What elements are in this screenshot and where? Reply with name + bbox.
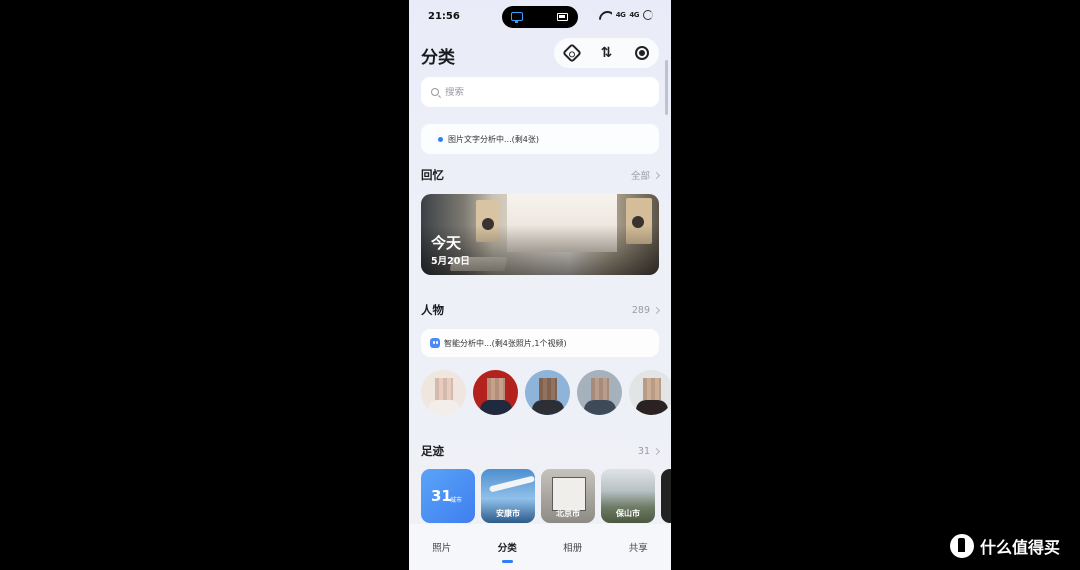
person-face [435, 378, 453, 400]
chevron-right-icon [652, 306, 661, 314]
memories-all-label: 全部 [630, 171, 650, 182]
phone-screen: 21:56 4G 4G 分类 ⇅ 图片文字分析中...(剩4张) 回忆 全部 [409, 0, 671, 570]
place-card[interactable] [661, 469, 671, 523]
places-header: 足迹 31 [421, 443, 661, 459]
memory-title: 今天 [431, 234, 462, 252]
tab-photos[interactable]: 照片 [409, 524, 475, 570]
record-icon [634, 46, 649, 60]
settings-icon [561, 43, 582, 63]
tab-categories[interactable]: 分类 [475, 524, 541, 570]
place-card[interactable]: 安康市 [481, 469, 535, 523]
dynamic-island[interactable] [502, 6, 578, 28]
person-face [643, 378, 661, 400]
person-avatar[interactable] [421, 370, 466, 415]
header-actions: ⇅ [554, 38, 659, 68]
page-title: 分类 [421, 48, 455, 68]
person-avatar[interactable] [629, 370, 671, 415]
settings-button[interactable] [561, 43, 582, 63]
place-label: 保山市 [616, 509, 640, 518]
memory-card[interactable]: 今天 5月20日 [421, 194, 659, 275]
smart-analysis-text: 智能分析中...(剩4张照片,1个视频) [444, 338, 567, 348]
active-tab-indicator [501, 560, 513, 563]
person-avatar[interactable] [577, 370, 622, 415]
city-unit: 城市 [450, 497, 463, 504]
chevron-right-icon [652, 447, 661, 455]
place-photo [552, 477, 586, 511]
person-avatar[interactable] [525, 370, 570, 415]
person-face [487, 378, 505, 400]
search-input[interactable] [445, 86, 625, 98]
chevron-right-icon [652, 171, 661, 179]
places-list: 31 城市 安康市 北京市 保山市 [421, 469, 671, 523]
city-count: 31 [431, 487, 452, 505]
tab-label: 共享 [628, 543, 648, 554]
person-body [584, 400, 616, 415]
watermark-text: 什么值得买 [980, 538, 1061, 557]
sort-button[interactable]: ⇅ [598, 44, 616, 62]
display-icon [557, 13, 568, 21]
watermark-logo-icon [950, 534, 974, 558]
place-photo [488, 475, 535, 493]
person-body [428, 400, 460, 415]
signal-icon: 4G [629, 11, 639, 19]
place-label: 北京市 [556, 509, 580, 518]
person-face [539, 378, 557, 400]
record-button[interactable] [633, 44, 651, 62]
memories-all-link[interactable]: 全部 [630, 168, 661, 182]
city-count-card[interactable]: 31 城市 [421, 469, 475, 523]
tab-albums[interactable]: 相册 [540, 524, 606, 570]
places-count: 31 [637, 445, 650, 457]
ai-icon [430, 338, 440, 348]
tab-label: 照片 [432, 543, 452, 554]
person-body [636, 400, 668, 415]
search-icon [431, 88, 439, 96]
memories-header: 回忆 全部 [421, 167, 661, 183]
sort-icon: ⇅ [600, 45, 613, 61]
screencast-icon [511, 12, 523, 23]
person-face [591, 378, 609, 400]
memory-date: 5月20日 [431, 256, 470, 267]
place-label: 安康市 [496, 509, 520, 518]
battery-icon [643, 10, 653, 20]
people-all-link[interactable]: 289 [631, 304, 661, 316]
smart-analysis-status: 智能分析中...(剩4张照片,1个视频) [421, 329, 659, 357]
status-icons: 4G 4G [599, 10, 653, 20]
people-count: 289 [631, 304, 650, 316]
tab-label: 分类 [497, 543, 517, 554]
wifi-icon [599, 11, 612, 20]
signal-icon: 4G [615, 11, 626, 19]
status-time: 21:56 [428, 11, 460, 22]
person-body [480, 400, 512, 415]
bottom-tab-bar: 照片 分类 相册 共享 [409, 524, 671, 570]
tab-label: 相册 [563, 543, 583, 554]
places-title: 足迹 [421, 444, 444, 458]
status-bar: 21:56 4G 4G [409, 0, 671, 34]
progress-dot-icon [438, 136, 443, 142]
analysis-text: 图片文字分析中...(剩4张) [448, 134, 539, 144]
people-header: 人物 289 [421, 302, 661, 318]
person-body [532, 400, 564, 415]
text-analysis-status: 图片文字分析中...(剩4张) [421, 124, 659, 154]
tab-shared[interactable]: 共享 [606, 524, 672, 570]
person-avatar[interactable] [473, 370, 518, 415]
search-bar[interactable] [421, 77, 659, 107]
people-title: 人物 [421, 303, 444, 317]
people-list [421, 370, 671, 415]
memories-title: 回忆 [421, 168, 444, 182]
place-card[interactable]: 北京市 [541, 469, 595, 523]
place-card[interactable]: 保山市 [601, 469, 655, 523]
places-all-link[interactable]: 31 [637, 445, 661, 457]
watermark: 什么值得买 [950, 534, 1060, 558]
scrollbar[interactable] [665, 60, 668, 115]
